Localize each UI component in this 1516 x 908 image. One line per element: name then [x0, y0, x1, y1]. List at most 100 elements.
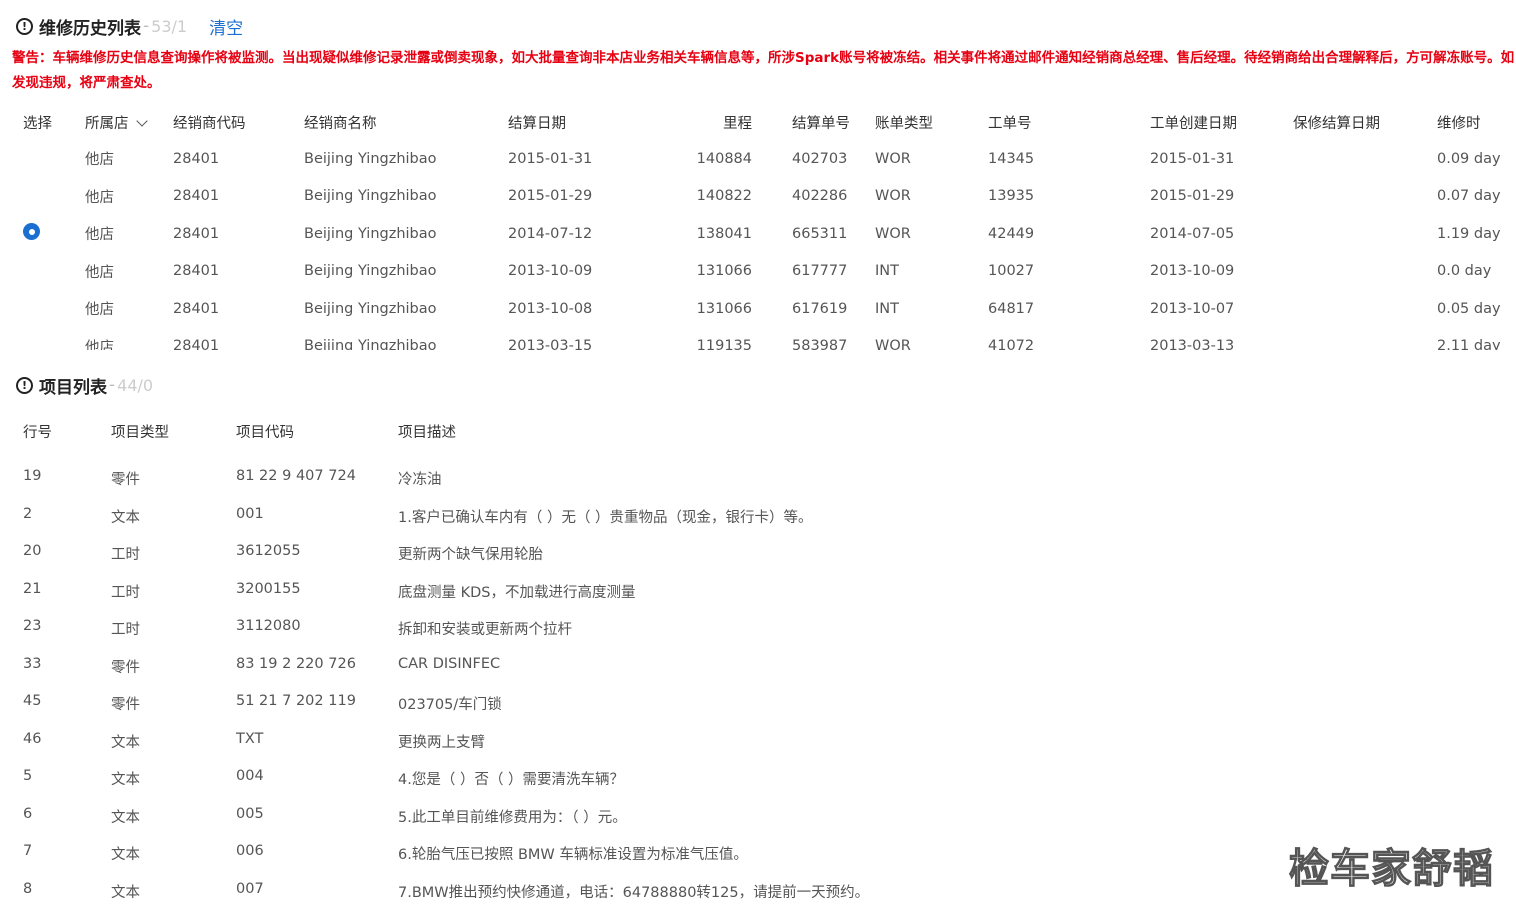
cell-item-type: 文本 — [111, 509, 140, 526]
cell-repair-duration: 0.07 day — [1437, 188, 1501, 205]
cell-item-code: 83 19 2 220 726 — [236, 655, 356, 672]
cell-store: 他店 — [85, 189, 114, 206]
alert-circle-icon: ! — [16, 376, 33, 394]
chevron-down-icon[interactable] — [135, 114, 148, 127]
cell-settle-date: 2015-01-31 — [508, 150, 593, 167]
cell-work-order: 64817 — [988, 300, 1035, 317]
history-table-header: 选择 所属店 经销商代码 经销商名称 结算日期 里程 结算单号 账单类型 工单号… — [0, 104, 1516, 140]
cell-mileage: 131066 — [696, 263, 752, 280]
cell-item-code: 3112080 — [236, 618, 301, 634]
col-header-wo-created: 工单创建日期 — [1150, 115, 1237, 132]
monitoring-warning: 警告：车辆维修历史信息查询操作将被监测。当出现疑似维修记录泄露或倒卖现象，如大批… — [12, 50, 1515, 91]
history-table-container[interactable]: 选择 所属店 经销商代码 经销商名称 结算日期 里程 结算单号 账单类型 工单号… — [0, 104, 1516, 350]
table-row[interactable]: 他店 28401 Beijing Yingzhibao 2013-10-09 13106… — [0, 253, 1516, 291]
table-row[interactable]: 他店 28401 Beijing Yingzhibao 2014-07-12 13804… — [0, 215, 1516, 253]
title-separator: - — [143, 16, 150, 36]
select-cell[interactable] — [0, 253, 85, 291]
cell-repair-duration: 0.0 day — [1437, 263, 1492, 280]
cell-line-no: 8 — [23, 880, 33, 897]
col-header-dealer-name: 经销商名称 — [304, 115, 377, 132]
cell-item-desc: 拆卸和安装或更新两个拉杆 — [398, 622, 572, 638]
col-header-item-type: 项目类型 — [111, 425, 169, 441]
cell-bill-type: WOR — [875, 150, 911, 167]
cell-mileage: 140822 — [696, 188, 752, 205]
list-item: 5 文本 004 4.您是（ ）否（ ）需要清洗车辆？ — [0, 759, 1516, 797]
table-row[interactable]: 他店 28401 Beijing Yingzhibao 2015-01-31 14088… — [0, 140, 1516, 178]
cell-warranty-date — [1293, 178, 1437, 216]
col-header-select: 选择 — [23, 115, 52, 132]
col-header-bill-type: 账单类型 — [875, 115, 933, 132]
list-item: 20 工时 3612055 更新两个缺气保用轮胎 — [0, 534, 1516, 572]
cell-settle-no: 402286 — [792, 188, 848, 205]
cell-line-no: 5 — [23, 768, 33, 784]
col-header-repair-duration: 维修时 — [1437, 115, 1481, 132]
table-row[interactable]: 他店 28401 Beijing Yingzhibao 2013-10-08 13106… — [0, 290, 1516, 328]
cell-line-no: 33 — [23, 655, 42, 672]
radio-selected-icon[interactable] — [23, 223, 40, 241]
cell-line-no: 7 — [23, 843, 33, 859]
title-separator: - — [109, 375, 116, 395]
alert-circle-icon: ! — [16, 17, 33, 35]
cell-item-type: 零件 — [111, 697, 140, 713]
cell-item-code: 006 — [236, 843, 264, 859]
cell-line-no: 20 — [23, 543, 42, 559]
cell-line-no: 45 — [23, 693, 42, 709]
cell-wo-created: 2013-03-13 — [1150, 338, 1235, 350]
cell-wo-created: 2013-10-07 — [1150, 300, 1235, 317]
select-cell[interactable] — [0, 328, 85, 351]
cell-work-order: 14345 — [988, 150, 1035, 167]
cell-item-code: TXT — [236, 730, 264, 747]
col-header-mileage: 里程 — [723, 115, 752, 132]
cell-wo-created: 2014-07-05 — [1150, 225, 1235, 242]
list-item: 23 工时 3112080 拆卸和安装或更新两个拉杆 — [0, 609, 1516, 647]
cell-item-code: 004 — [236, 768, 264, 784]
cell-line-no: 21 — [23, 580, 42, 597]
col-header-store[interactable]: 所属店 — [85, 104, 173, 140]
cell-bill-type: WOR — [875, 338, 911, 350]
cell-settle-date: 2014-07-12 — [508, 225, 593, 242]
cell-dealer-code: 28401 — [173, 225, 220, 242]
cell-store: 他店 — [85, 339, 114, 350]
cell-dealer-name: Beijing Yingzhibao — [304, 263, 437, 280]
list-item: 46 文本 TXT 更换两上支臂 — [0, 722, 1516, 760]
col-header-warranty-date: 保修结算日期 — [1293, 115, 1380, 132]
col-header-store-label: 所属店 — [85, 115, 129, 132]
cell-repair-duration: 1.19 day — [1437, 225, 1501, 242]
cell-line-no: 23 — [23, 618, 42, 634]
cell-dealer-code: 28401 — [173, 338, 220, 350]
col-header-settle-no: 结算单号 — [792, 115, 850, 132]
cell-work-order: 42449 — [988, 225, 1035, 242]
table-row[interactable]: 他店 28401 Beijing Yingzhibao 2013-03-15 11913… — [0, 328, 1516, 351]
cell-settle-no: 583987 — [792, 338, 848, 350]
cell-dealer-code: 28401 — [173, 263, 220, 280]
cell-dealer-code: 28401 — [173, 150, 220, 167]
cell-item-desc: 023705/车门锁 — [398, 697, 502, 713]
cell-dealer-name: Beijing Yingzhibao — [304, 150, 437, 167]
cell-item-type: 文本 — [111, 884, 140, 901]
cell-item-desc: 7.BMW推出预约快修通道，电话：64788880转125，请提前一天预约。 — [398, 884, 870, 901]
cell-settle-date: 2015-01-29 — [508, 188, 593, 205]
cell-line-no: 19 — [23, 468, 42, 484]
table-row[interactable]: 他店 28401 Beijing Yingzhibao 2015-01-29 14082… — [0, 178, 1516, 216]
cell-repair-duration: 0.09 day — [1437, 150, 1501, 167]
clear-button[interactable]: 清空 — [209, 14, 243, 39]
cell-work-order: 10027 — [988, 263, 1035, 280]
select-cell[interactable] — [0, 215, 85, 253]
items-count: 44/0 — [117, 375, 154, 395]
cell-wo-created: 2013-10-09 — [1150, 263, 1235, 280]
cell-item-desc: 冷冻油 — [398, 472, 442, 488]
cell-mileage: 119135 — [696, 338, 752, 350]
select-cell[interactable] — [0, 290, 85, 328]
select-cell[interactable] — [0, 140, 85, 178]
cell-item-desc: 5.此工单目前维修费用为：（ ）元。 — [398, 809, 627, 826]
history-count: 53/1 — [151, 16, 188, 36]
cell-item-type: 工时 — [111, 547, 140, 563]
cell-work-order: 41072 — [988, 338, 1035, 350]
cell-item-desc: 底盘测量 KDS，不加载进行高度测量 — [398, 584, 636, 601]
cell-item-code: 3612055 — [236, 543, 301, 559]
list-item: 21 工时 3200155 底盘测量 KDS，不加载进行高度测量 — [0, 572, 1516, 610]
history-section-header: ! 维修历史列表 - 53/1 清空 — [16, 14, 243, 39]
cell-dealer-name: Beijing Yingzhibao — [304, 300, 437, 317]
select-cell[interactable] — [0, 178, 85, 216]
cell-dealer-code: 28401 — [173, 300, 220, 317]
